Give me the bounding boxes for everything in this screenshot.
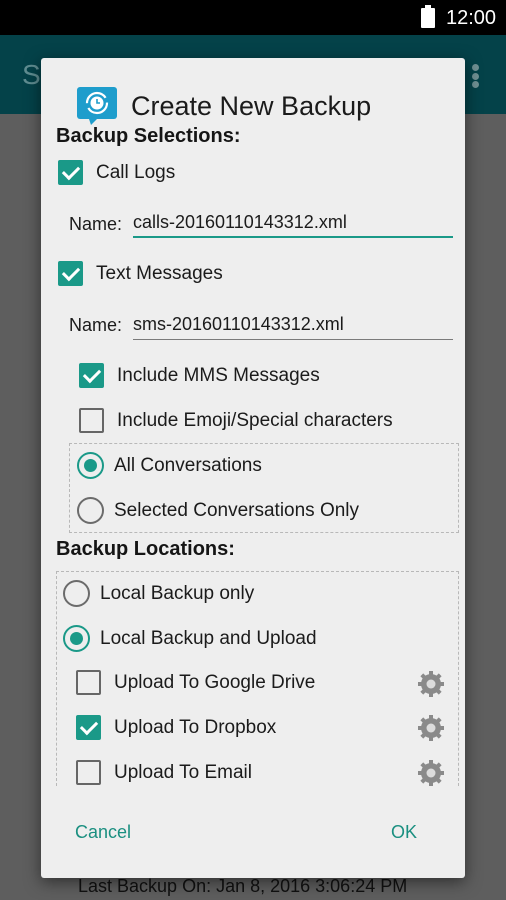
cancel-button[interactable]: Cancel [75,822,131,843]
all-conversations-label: All Conversations [114,454,262,476]
all-conversations-row[interactable]: All Conversations [77,452,262,479]
backup-selections-heading: Backup Selections: [56,125,241,147]
text-messages-checkbox-row[interactable]: Text Messages [58,261,223,286]
local-backup-only-row[interactable]: Local Backup only [63,580,254,607]
text-messages-label: Text Messages [96,262,223,284]
status-bar: 12:00 [0,0,506,35]
dialog-title: Create New Backup [131,91,372,121]
ok-button[interactable]: OK [391,822,417,843]
local-backup-only-radio[interactable] [63,580,90,607]
call-logs-label: Call Logs [96,161,176,183]
include-mms-checkbox[interactable] [79,363,104,388]
upload-email-checkbox[interactable] [76,760,101,785]
backup-clock-icon [77,87,117,125]
call-logs-checkbox-row[interactable]: Call Logs [58,160,175,185]
status-time: 12:00 [446,7,497,29]
more-vert-icon[interactable] [470,64,480,88]
sms-name-label: Name: [69,315,123,335]
local-backup-only-label: Local Backup only [100,582,255,604]
backup-locations-heading: Backup Locations: [56,538,235,560]
upload-dropbox-row[interactable]: Upload To Dropbox [76,715,276,740]
upload-email-label: Upload To Email [114,761,253,783]
selected-conversations-row[interactable]: Selected Conversations Only [77,497,359,524]
selected-conversations-label: Selected Conversations Only [114,499,360,521]
upload-google-drive-checkbox[interactable] [76,670,101,695]
upload-email-row[interactable]: Upload To Email [76,760,252,785]
google-drive-settings-gear-icon[interactable] [416,669,446,699]
include-mms-row[interactable]: Include MMS Messages [79,363,320,388]
sms-name-input[interactable] [133,310,453,340]
include-emoji-row[interactable]: Include Emoji/Special characters [79,408,393,433]
app-title: S [22,59,41,90]
local-backup-upload-radio[interactable] [63,625,90,652]
call-logs-name-label: Name: [69,214,123,234]
include-emoji-checkbox[interactable] [79,408,104,433]
selected-conversations-radio[interactable] [77,497,104,524]
include-mms-label: Include MMS Messages [117,364,320,386]
local-backup-upload-row[interactable]: Local Backup and Upload [63,625,317,652]
upload-google-drive-label: Upload To Google Drive [114,671,316,693]
upload-dropbox-checkbox[interactable] [76,715,101,740]
call-logs-name-input[interactable] [133,208,453,238]
battery-icon [421,5,435,28]
all-conversations-radio[interactable] [77,452,104,479]
email-settings-gear-icon[interactable] [416,758,446,788]
local-backup-upload-label: Local Backup and Upload [100,627,317,649]
upload-google-drive-row[interactable]: Upload To Google Drive [76,670,315,695]
dropbox-settings-gear-icon[interactable] [416,713,446,743]
include-emoji-label: Include Emoji/Special characters [117,409,393,431]
call-logs-checkbox[interactable] [58,160,83,185]
last-backup-text: Last Backup On: Jan 8, 2016 3:06:24 PM [78,876,408,896]
upload-dropbox-label: Upload To Dropbox [114,716,277,738]
create-backup-dialog: Create New Backup Backup Selections: Cal… [41,58,465,878]
text-messages-checkbox[interactable] [58,261,83,286]
